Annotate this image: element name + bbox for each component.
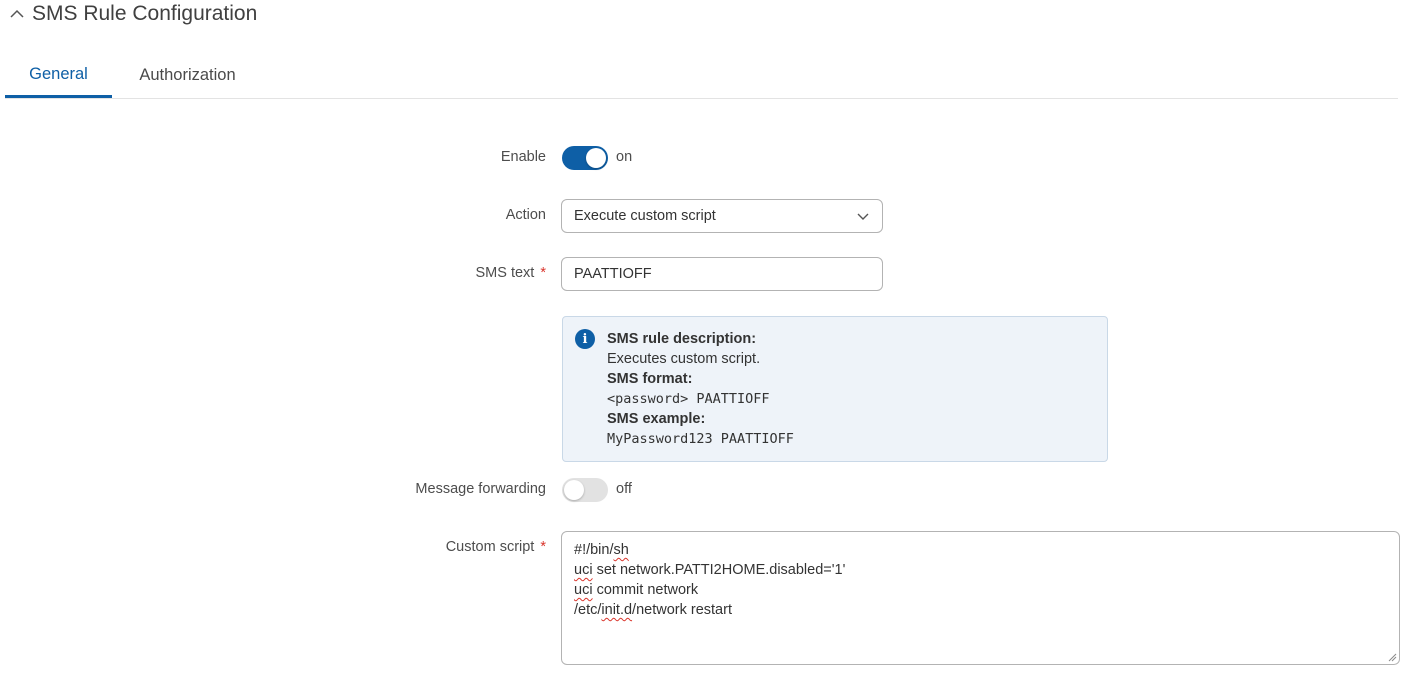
resize-handle-icon[interactable]: [1387, 652, 1397, 662]
misspelled-word: init.d: [601, 602, 633, 618]
misspelled-word: uci: [574, 562, 593, 578]
example-title: SMS example:: [607, 411, 706, 427]
description-title: SMS rule description:: [607, 331, 757, 347]
misspelled-word: uci: [574, 582, 593, 598]
action-label: Action: [505, 207, 546, 223]
misspelled-word: sh: [613, 542, 629, 558]
script-text: set network.PATTI2HOME.disabled='1': [592, 562, 846, 578]
custom-script-label-text: Custom script: [445, 539, 535, 555]
example-text: MyPassword123 PAATTIOFF: [607, 431, 794, 447]
sms-text-input[interactable]: PAATTIOFF: [561, 257, 883, 291]
required-marker: *: [540, 265, 546, 281]
description-text: Executes custom script.: [607, 351, 761, 367]
tab-general[interactable]: General: [5, 54, 112, 98]
script-line: /etc/init.d/network restart: [574, 600, 1387, 620]
sms-text-input-value: PAATTIOFF: [574, 266, 652, 282]
script-line: #!/bin/sh: [574, 540, 1387, 560]
script-text: /etc/: [574, 602, 602, 618]
format-text: <password> PAATTIOFF: [607, 391, 770, 407]
custom-script-textarea[interactable]: #!/bin/sh uci set network.PATTI2HOME.dis…: [561, 531, 1400, 665]
enable-label: Enable: [500, 149, 546, 165]
info-text: SMS rule description: Executes custom sc…: [607, 329, 794, 449]
format-title: SMS format:: [607, 371, 693, 387]
custom-script-label: Custom script *: [246, 539, 546, 555]
enable-toggle[interactable]: [562, 146, 608, 170]
action-select-value: Execute custom script: [574, 208, 716, 224]
message-forwarding-state-text: off: [616, 481, 632, 497]
script-text: /network restart: [632, 602, 732, 618]
script-line: uci set network.PATTI2HOME.disabled='1': [574, 560, 1387, 580]
required-marker: *: [540, 539, 546, 555]
tab-bar: General Authorization: [5, 54, 1398, 99]
script-text: commit network: [592, 582, 699, 598]
action-select[interactable]: Execute custom script: [561, 199, 883, 233]
sms-text-label: SMS text *: [246, 265, 546, 281]
message-forwarding-label: Message forwarding: [415, 481, 546, 497]
sms-text-label-text: SMS text: [475, 265, 535, 281]
toggle-knob: [564, 480, 584, 500]
toggle-knob: [586, 148, 606, 168]
section-header[interactable]: SMS Rule Configuration: [8, 0, 257, 28]
section-title: SMS Rule Configuration: [32, 2, 258, 25]
info-icon: i: [575, 329, 595, 349]
script-text: #!/bin/: [574, 542, 614, 558]
enable-state-text: on: [616, 149, 633, 165]
tab-authorization[interactable]: Authorization: [125, 54, 250, 97]
chevron-up-icon: [10, 9, 24, 18]
message-forwarding-toggle[interactable]: [562, 478, 608, 502]
chevron-down-icon: [857, 213, 869, 220]
script-line: uci commit network: [574, 580, 1387, 600]
sms-rule-info-box: i SMS rule description: Executes custom …: [562, 316, 1108, 462]
